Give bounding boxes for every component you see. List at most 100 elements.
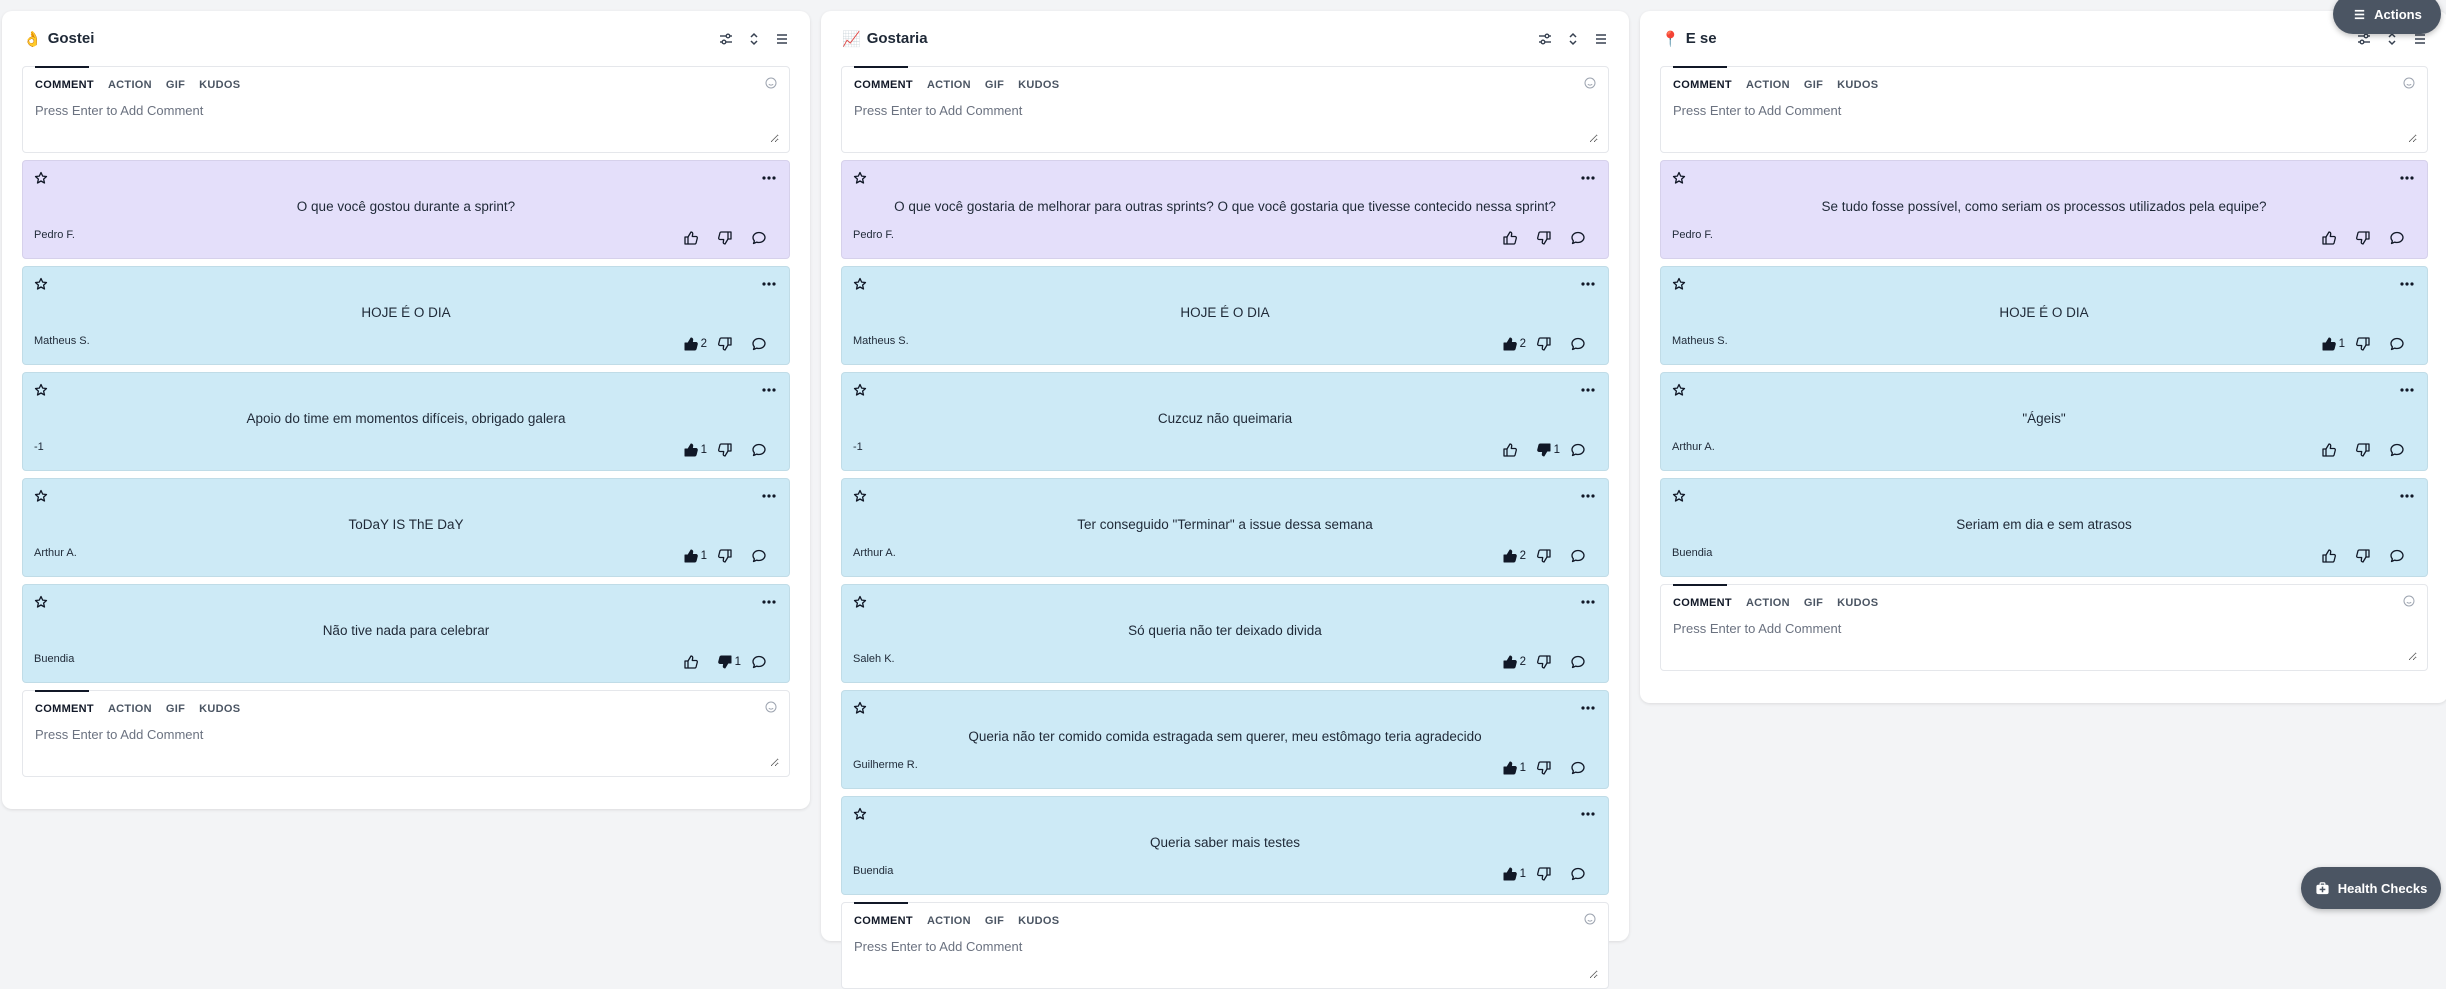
dislike-button[interactable]: 1 [717,654,741,670]
star-icon[interactable] [1672,489,1686,503]
more-options-icon[interactable] [2399,276,2415,292]
emoji-icon[interactable] [1584,913,1596,925]
like-button[interactable]: 1 [2321,336,2345,352]
retro-card[interactable]: HOJE É O DIA Matheus S. 1 [1660,266,2428,365]
tab-action[interactable]: ACTION [1746,597,1790,611]
star-icon[interactable] [853,595,867,609]
like-button[interactable] [1502,442,1526,458]
more-options-icon[interactable] [2399,170,2415,186]
tab-comment[interactable]: COMMENT [1673,584,1732,611]
like-button[interactable]: 2 [1502,654,1526,670]
star-icon[interactable] [34,383,48,397]
comment-input[interactable] [1673,103,2417,143]
filter-icon[interactable] [718,31,734,47]
retro-card[interactable]: Cuzcuz não queimaria -1 1 [841,372,1609,471]
comment-button[interactable] [1570,548,1586,564]
retro-card[interactable]: Queria não ter comido comida estragada s… [841,690,1609,789]
star-icon[interactable] [34,277,48,291]
like-button[interactable] [683,654,707,670]
tab-kudos[interactable]: KUDOS [1837,79,1878,93]
comment-button[interactable] [751,654,767,670]
more-options-icon[interactable] [1580,488,1596,504]
health-checks-button[interactable]: Health Checks [2301,867,2441,909]
more-options-icon[interactable] [761,276,777,292]
tab-action[interactable]: ACTION [1746,79,1790,93]
star-icon[interactable] [34,489,48,503]
retro-card[interactable]: ToDaY IS ThE DaY Arthur A. 1 [22,478,790,577]
tab-action[interactable]: ACTION [108,703,152,717]
like-button[interactable] [2321,548,2345,564]
tab-comment[interactable]: COMMENT [1673,66,1732,93]
dislike-button[interactable]: 1 [1536,442,1560,458]
dislike-button[interactable] [2355,442,2379,458]
tab-gif[interactable]: GIF [1804,597,1823,611]
dislike-button[interactable] [1536,654,1560,670]
retro-card[interactable]: "Ágeis" Arthur A. [1660,372,2428,471]
more-options-icon[interactable] [1580,594,1596,610]
star-icon[interactable] [1672,277,1686,291]
tab-kudos[interactable]: KUDOS [199,79,240,93]
comment-input[interactable] [854,939,1598,979]
retro-card[interactable]: O que você gostou durante a sprint? Pedro… [22,160,790,259]
comment-button[interactable] [2389,548,2405,564]
dislike-button[interactable] [717,548,741,564]
star-icon[interactable] [853,277,867,291]
comment-button[interactable] [1570,230,1586,246]
dislike-button[interactable] [2355,230,2379,246]
star-icon[interactable] [1672,171,1686,185]
like-button[interactable]: 2 [683,336,707,352]
more-options-icon[interactable] [1580,700,1596,716]
like-button[interactable]: 1 [1502,760,1526,776]
emoji-icon[interactable] [765,701,777,713]
like-button[interactable] [2321,442,2345,458]
like-button[interactable] [2321,230,2345,246]
star-icon[interactable] [853,171,867,185]
dislike-button[interactable] [2355,548,2379,564]
tab-action[interactable]: ACTION [108,79,152,93]
comment-input[interactable] [1673,621,2417,661]
retro-card[interactable]: HOJE É O DIA Matheus S. 2 [22,266,790,365]
retro-card[interactable]: Queria saber mais testes Buendia 1 [841,796,1609,895]
more-options-icon[interactable] [1580,382,1596,398]
like-button[interactable]: 2 [1502,548,1526,564]
tab-gif[interactable]: GIF [1804,79,1823,93]
more-options-icon[interactable] [761,488,777,504]
retro-card[interactable]: Seriam em dia e sem atrasos Buendia [1660,478,2428,577]
dislike-button[interactable] [2355,336,2379,352]
more-options-icon[interactable] [1580,276,1596,292]
tab-kudos[interactable]: KUDOS [1837,597,1878,611]
dislike-button[interactable] [717,230,741,246]
more-options-icon[interactable] [761,170,777,186]
tab-gif[interactable]: GIF [166,79,185,93]
emoji-icon[interactable] [2403,77,2415,89]
comment-button[interactable] [751,548,767,564]
comment-button[interactable] [2389,336,2405,352]
like-button[interactable]: 2 [1502,336,1526,352]
like-button[interactable] [683,230,707,246]
tab-action[interactable]: ACTION [927,915,971,929]
like-button[interactable]: 1 [683,548,707,564]
menu-icon[interactable] [774,31,790,47]
retro-card[interactable]: HOJE É O DIA Matheus S. 2 [841,266,1609,365]
star-icon[interactable] [1672,383,1686,397]
star-icon[interactable] [853,383,867,397]
retro-card[interactable]: Apoio do time em momentos difíceis, obri… [22,372,790,471]
tab-gif[interactable]: GIF [985,915,1004,929]
comment-button[interactable] [1570,336,1586,352]
retro-card[interactable]: O que você gostaria de melhorar para out… [841,160,1609,259]
dislike-button[interactable] [1536,548,1560,564]
comment-button[interactable] [751,336,767,352]
dislike-button[interactable] [1536,230,1560,246]
tab-comment[interactable]: COMMENT [35,66,94,93]
star-icon[interactable] [853,807,867,821]
star-icon[interactable] [34,595,48,609]
dislike-button[interactable] [717,442,741,458]
more-options-icon[interactable] [761,594,777,610]
retro-card[interactable]: Só queria não ter deixado divida Saleh K.… [841,584,1609,683]
tab-kudos[interactable]: KUDOS [199,703,240,717]
tab-action[interactable]: ACTION [927,79,971,93]
more-options-icon[interactable] [2399,382,2415,398]
retro-card[interactable]: Não tive nada para celebrar Buendia 1 [22,584,790,683]
more-options-icon[interactable] [2399,488,2415,504]
dislike-button[interactable] [717,336,741,352]
